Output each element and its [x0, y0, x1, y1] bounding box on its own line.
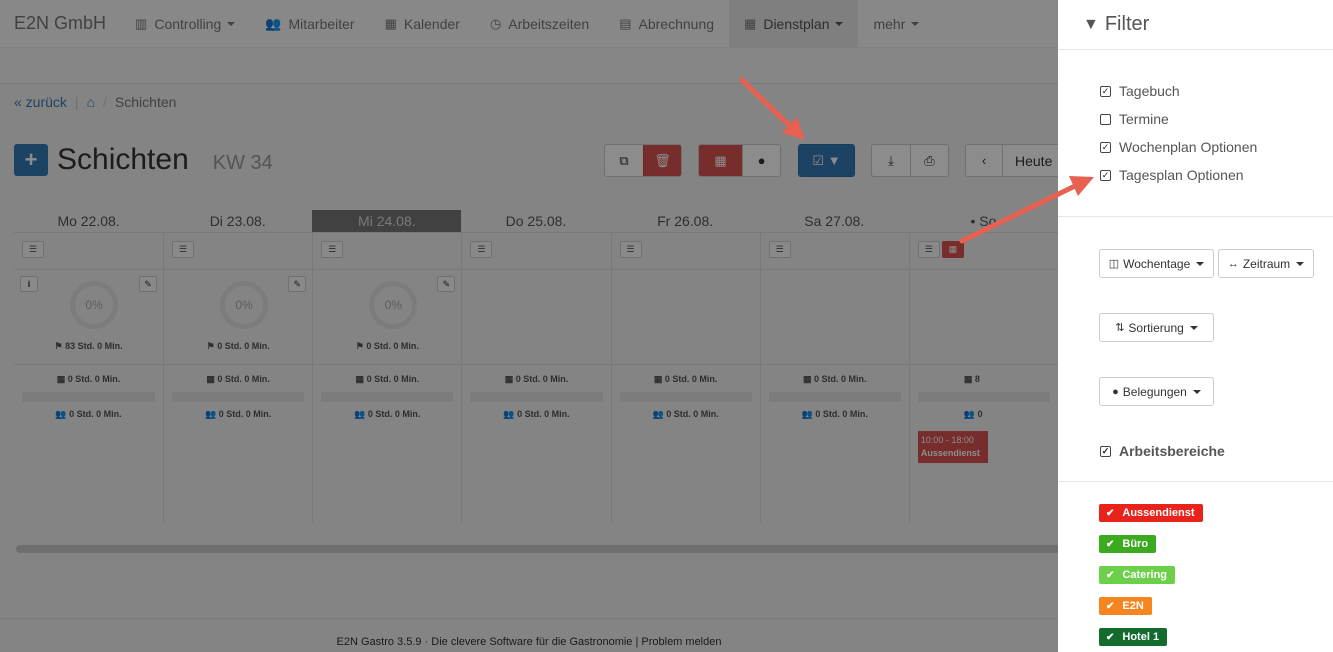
check-icon: ✔: [1106, 507, 1115, 519]
filter-panel: ▼ Filter ✓ Tagebuch Termine ✓ Wochenplan O…: [1058, 0, 1333, 652]
filter-icon: ▼: [1083, 15, 1099, 33]
check-icon: ✔: [1106, 631, 1115, 643]
check-icon: ✔: [1106, 538, 1115, 550]
check-icon: ✔: [1106, 569, 1115, 581]
checkbox-checked-icon: ✓: [1100, 85, 1111, 97]
sortierung-dropdown[interactable]: ⇅ Sortierung: [1099, 313, 1214, 342]
tag-e2n[interactable]: ✔ E2N: [1099, 597, 1152, 615]
tag-aussendienst[interactable]: ✔ Aussendienst: [1099, 504, 1203, 522]
arbeitsbereiche-toggle[interactable]: ✓ Arbeitsbereiche: [1100, 443, 1225, 459]
tag-hotel-1[interactable]: ✔ Hotel 1: [1099, 628, 1168, 646]
filter-header: ▼ Filter: [1058, 0, 1333, 50]
caret-down-icon: [1189, 325, 1198, 330]
check-wochenplan-optionen[interactable]: ✓ Wochenplan Optionen: [1100, 139, 1257, 155]
tag-buero[interactable]: ✔ Büro: [1099, 535, 1157, 553]
sort-icon: ⇅: [1115, 322, 1125, 334]
check-termine[interactable]: Termine: [1100, 111, 1169, 127]
modal-backdrop[interactable]: [0, 0, 1058, 652]
arrows-h-icon: ↔: [1227, 257, 1239, 270]
checkbox-unchecked-icon: [1100, 113, 1111, 125]
check-icon: ✔: [1106, 600, 1115, 612]
checkbox-checked-icon: ✓: [1100, 141, 1111, 153]
zeitraum-dropdown[interactable]: ↔ Zeitraum: [1218, 249, 1314, 278]
checkbox-checked-icon: ✓: [1100, 169, 1111, 181]
caret-down-icon: [1196, 261, 1205, 266]
caret-down-icon: [1192, 389, 1201, 394]
columns-icon: ◫: [1108, 258, 1120, 270]
tag-catering[interactable]: ✔ Catering: [1099, 566, 1176, 584]
user-icon: ●: [1112, 385, 1119, 398]
caret-down-icon: [1296, 261, 1305, 266]
check-tagesplan-optionen[interactable]: ✓ Tagesplan Optionen: [1100, 167, 1244, 183]
checkbox-checked-icon: ✓: [1100, 445, 1111, 457]
belegungen-dropdown[interactable]: ● Belegungen: [1099, 377, 1214, 406]
check-tagebuch[interactable]: ✓ Tagebuch: [1100, 83, 1180, 99]
wochentage-dropdown[interactable]: ◫ Wochentage: [1099, 249, 1214, 278]
